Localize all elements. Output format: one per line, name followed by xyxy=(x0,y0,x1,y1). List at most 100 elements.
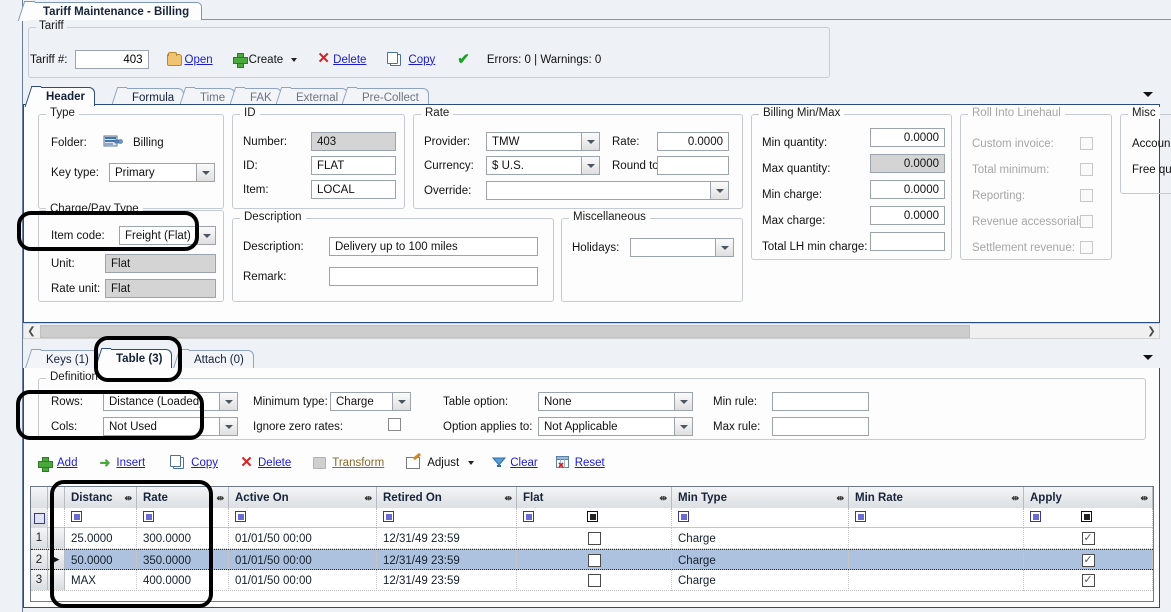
currency-chevron-down-icon[interactable] xyxy=(581,157,599,174)
header-horizontal-scrollbar[interactable]: ❮ ❯ xyxy=(23,323,1160,339)
delete-button[interactable]: ✕ Delete xyxy=(317,53,366,66)
tab-keys[interactable]: Keys (1) xyxy=(34,350,99,368)
ignore-zero-rates-checkbox[interactable] xyxy=(388,418,401,431)
cell-apply[interactable]: ✓ xyxy=(1024,570,1153,591)
cell-distance[interactable]: 25.0000 xyxy=(65,528,137,549)
min-quantity-field[interactable]: 0.0000 xyxy=(870,128,945,147)
apply-checkbox[interactable]: ✓ xyxy=(1082,574,1095,587)
max-charge-field[interactable]: 0.0000 xyxy=(870,206,945,225)
cell-rate[interactable]: 400.0000 xyxy=(137,570,229,591)
col-resize-min-rate-icon[interactable]: ⇹ xyxy=(1011,493,1019,504)
lower-tabs-overflow-chevron-icon[interactable] xyxy=(1143,355,1153,360)
create-button[interactable]: Create xyxy=(233,53,298,66)
filter-cell-distance[interactable] xyxy=(65,508,137,528)
min-rule-field[interactable] xyxy=(772,392,869,411)
flat-filter-checkbox-icon[interactable] xyxy=(587,511,598,522)
id-field[interactable]: FLAT xyxy=(311,156,396,175)
column-header-min-rate[interactable]: Min Rate⇹ xyxy=(849,487,1024,508)
header-tabs-overflow-chevron-icon[interactable] xyxy=(1143,92,1153,97)
row-number[interactable]: 1 xyxy=(31,528,48,548)
filter-icon[interactable] xyxy=(383,511,394,522)
filter-cell-rate[interactable] xyxy=(137,508,229,528)
apply-checkbox[interactable]: ✓ xyxy=(1082,554,1095,567)
tab-header[interactable]: Header xyxy=(34,87,95,106)
create-dropdown-chevron-icon[interactable] xyxy=(291,58,297,62)
cell-distance[interactable]: 50.0000 xyxy=(65,550,137,571)
cell-min-rate[interactable] xyxy=(849,550,1024,571)
row-number[interactable]: 2 xyxy=(31,550,48,569)
provider-combo[interactable]: TMW xyxy=(486,132,600,151)
flat-checkbox[interactable] xyxy=(588,532,601,545)
column-header-active-on[interactable]: Active On⇹ xyxy=(229,487,377,508)
open-button[interactable]: Open xyxy=(167,54,213,66)
option-applies-to-combo[interactable]: Not Applicable xyxy=(538,417,693,436)
reporting-checkbox[interactable] xyxy=(1080,189,1093,202)
tab-attach[interactable]: Attach (0) xyxy=(182,350,254,368)
filter-cell-retired-on[interactable] xyxy=(377,508,517,528)
grid-insert-button[interactable]: ➜ Insert xyxy=(99,457,145,469)
cell-apply[interactable]: ✓ xyxy=(1024,550,1153,571)
filter-icon[interactable] xyxy=(143,511,154,522)
cell-min-rate[interactable] xyxy=(849,528,1024,549)
cell-retired-on[interactable]: 12/31/49 23:59 xyxy=(377,570,517,591)
column-header-apply[interactable]: Apply⇹ xyxy=(1024,487,1153,508)
cell-active-on[interactable]: 01/01/50 00:00 xyxy=(229,528,377,549)
cell-min-type[interactable]: Charge xyxy=(672,528,849,549)
tariff-number-input[interactable]: 403 xyxy=(75,50,149,69)
cols-combo[interactable]: Not Used xyxy=(103,417,238,436)
scroll-left-arrow-icon[interactable]: ❮ xyxy=(24,326,39,337)
filter-icon[interactable] xyxy=(678,511,689,522)
grid-reset-button[interactable]: Reset xyxy=(556,456,605,471)
filter-cell-min-type[interactable] xyxy=(672,508,849,528)
col-resize-distance-icon[interactable]: ⇹ xyxy=(124,493,132,504)
holidays-combo[interactable] xyxy=(630,238,734,257)
cell-retired-on[interactable]: 12/31/49 23:59 xyxy=(377,528,517,549)
cell-rate[interactable]: 350.0000 xyxy=(137,550,229,571)
grid-add-button[interactable]: Add xyxy=(38,457,77,470)
filter-cell-min-rate[interactable] xyxy=(849,508,1024,528)
cell-active-on[interactable]: 01/01/50 00:00 xyxy=(229,570,377,591)
rate-table-grid[interactable]: Distanc⇹ Rate⇹ Active On⇹ Retired On⇹ Fl… xyxy=(30,486,1154,602)
grid-clear-button[interactable]: Clear xyxy=(492,456,537,470)
custom-invoice-checkbox[interactable] xyxy=(1080,137,1093,150)
col-resize-min-type-icon[interactable]: ⇹ xyxy=(836,493,844,504)
filter-icon[interactable] xyxy=(855,511,866,522)
total-minimum-checkbox[interactable] xyxy=(1080,163,1093,176)
rate-field[interactable]: 0.0000 xyxy=(657,132,729,151)
table-option-chevron-down-icon[interactable] xyxy=(674,393,692,410)
row-number[interactable]: 3 xyxy=(31,570,48,590)
filter-cell-active-on[interactable] xyxy=(229,508,377,528)
table-row[interactable]: 3 MAX 400.0000 01/01/50 00:00 12/31/49 2… xyxy=(31,570,1153,591)
filter-cell-flat[interactable] xyxy=(517,508,672,528)
revenue-accessorials-checkbox[interactable] xyxy=(1080,215,1093,228)
flat-checkbox[interactable] xyxy=(588,574,601,587)
filter-row-selector[interactable] xyxy=(31,508,48,528)
scroll-thumb[interactable] xyxy=(40,325,970,338)
column-header-min-type[interactable]: Min Type⇹ xyxy=(672,487,849,508)
max-rule-field[interactable] xyxy=(772,417,869,436)
column-header-distance[interactable]: Distanc⇹ xyxy=(65,487,137,508)
minimum-type-chevron-down-icon[interactable] xyxy=(392,393,410,410)
rows-chevron-down-icon[interactable] xyxy=(219,393,237,410)
provider-chevron-down-icon[interactable] xyxy=(581,133,599,150)
filter-icon[interactable] xyxy=(71,511,82,522)
col-resize-apply-icon[interactable]: ⇹ xyxy=(1140,493,1148,504)
cell-min-rate[interactable] xyxy=(849,570,1024,591)
total-lh-min-charge-field[interactable] xyxy=(870,232,945,251)
grid-filter-row[interactable] xyxy=(31,508,1153,528)
col-resize-flat-icon[interactable]: ⇹ xyxy=(659,493,667,504)
table-option-combo[interactable]: None xyxy=(538,392,693,411)
cell-active-on[interactable]: 01/01/50 00:00 xyxy=(229,550,377,571)
round-to-field[interactable] xyxy=(657,156,729,175)
item-code-chevron-down-icon[interactable] xyxy=(197,227,215,244)
remark-field[interactable] xyxy=(329,267,538,286)
column-header-retired-on[interactable]: Retired On⇹ xyxy=(377,487,517,508)
currency-combo[interactable]: $ U.S. xyxy=(486,156,600,175)
column-header-flat[interactable]: Flat⇹ xyxy=(517,487,672,508)
table-row[interactable]: 2 ▶ 50.0000 350.0000 01/01/50 00:00 12/3… xyxy=(31,549,1153,570)
scroll-right-arrow-icon[interactable]: ❯ xyxy=(1144,326,1159,337)
settlement-revenue-checkbox[interactable] xyxy=(1080,241,1093,254)
key-type-chevron-down-icon[interactable] xyxy=(196,164,214,181)
filter-cell-apply[interactable] xyxy=(1024,508,1153,528)
rows-combo[interactable]: Distance (Loaded) xyxy=(103,392,238,411)
